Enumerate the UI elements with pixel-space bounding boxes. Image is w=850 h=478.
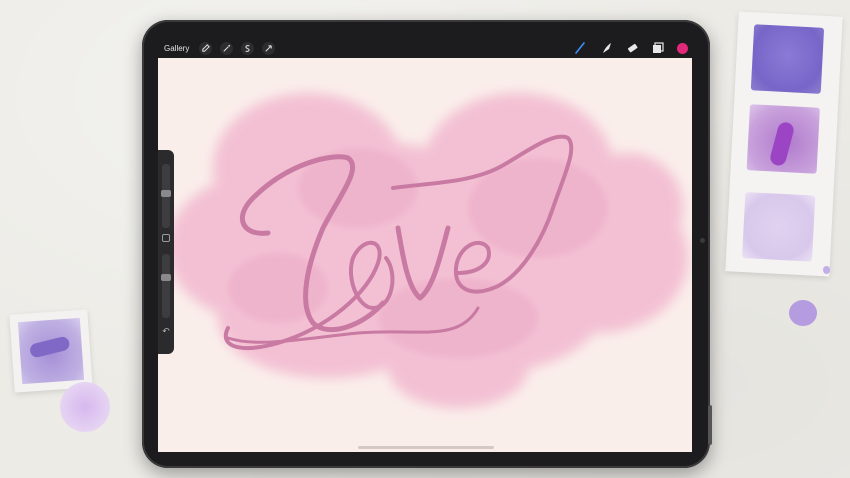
brush-size-slider[interactable] <box>161 164 171 228</box>
color-picker-button[interactable] <box>677 42 688 54</box>
procreate-sidebar: ↶ <box>158 150 174 354</box>
side-button <box>708 405 712 445</box>
home-indicator <box>358 446 494 449</box>
gallery-button[interactable]: Gallery <box>164 44 189 53</box>
camera-dot <box>700 238 705 243</box>
paint-drop-small <box>823 266 830 274</box>
canvas-artwork <box>168 93 688 408</box>
magic-wand-icon[interactable] <box>220 41 234 55</box>
swatch-violet <box>750 24 825 94</box>
undo-icon[interactable]: ↶ <box>161 326 171 336</box>
smudge-icon[interactable] <box>599 41 613 55</box>
selection-s-icon[interactable] <box>241 41 255 55</box>
watercolor-cloud <box>168 93 688 408</box>
modify-button[interactable] <box>162 234 170 242</box>
paint-bloom <box>60 382 110 432</box>
procreate-toolbar: Gallery <box>158 38 692 58</box>
swatch-lavender <box>741 192 816 262</box>
layers-icon[interactable] <box>651 41 665 55</box>
toolbar-right <box>561 41 692 55</box>
ipad-device: Gallery ↶ <box>142 20 710 468</box>
eraser-icon[interactable] <box>625 41 639 55</box>
paint-drop <box>789 300 817 326</box>
brush-size-thumb[interactable] <box>161 190 171 197</box>
arrow-cursor-icon[interactable] <box>262 41 276 55</box>
watercolor-swatch-strip <box>725 11 843 277</box>
opacity-slider[interactable] <box>161 254 171 318</box>
opacity-thumb[interactable] <box>161 274 171 281</box>
brush-icon[interactable] <box>573 41 587 55</box>
watercolor-swatch-left <box>9 309 93 393</box>
drawing-canvas[interactable] <box>158 58 692 452</box>
wrench-icon[interactable] <box>199 41 213 55</box>
